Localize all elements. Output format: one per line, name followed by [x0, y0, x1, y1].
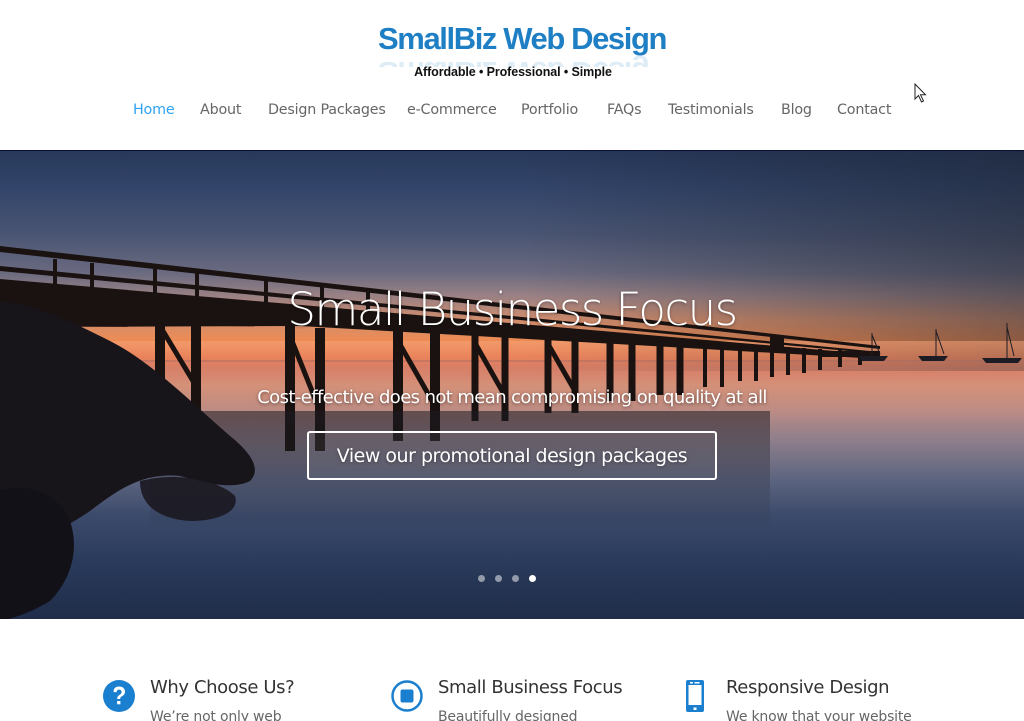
hero-title: Small Business Focus — [287, 283, 738, 336]
nav-item-e-commerce[interactable]: e-Commerce — [407, 102, 497, 118]
main-navigation: Home About Design Packages e-Commerce Po… — [0, 102, 1024, 128]
feature-title: Responsive Design — [726, 677, 890, 698]
mobile-phone-icon — [686, 680, 704, 712]
hero-background-image — [0, 246, 1024, 619]
hero-slider: Small Business Focus Cost-effective does… — [0, 150, 1024, 619]
feature-text: We know that your website — [726, 709, 912, 721]
slider-dot-4[interactable] — [529, 575, 536, 582]
site-logo[interactable]: SmallBiz Web Design SmallBiz Web Design … — [378, 20, 667, 85]
slider-dot-3[interactable] — [512, 575, 519, 582]
slider-dot-2[interactable] — [495, 575, 502, 582]
logo-title: SmallBiz Web Design — [378, 21, 667, 56]
slider-dot-1[interactable] — [478, 575, 485, 582]
feature-title: Why Choose Us? — [150, 677, 295, 698]
question-circle-icon — [103, 680, 135, 712]
nav-item-faqs[interactable]: FAQs — [607, 102, 642, 118]
features-section: Why Choose Us? We’re not only web Small … — [0, 619, 1024, 721]
slider-pagination — [478, 575, 536, 585]
nav-item-design-packages[interactable]: Design Packages — [268, 102, 386, 118]
nav-item-testimonials[interactable]: Testimonials — [668, 102, 754, 118]
feature-text: We’re not only web — [150, 709, 282, 721]
hero-subtitle: Cost-effective does not mean compromisin… — [257, 387, 767, 408]
view-design-packages-button[interactable]: View our promotional design packages — [307, 431, 717, 480]
nav-item-home[interactable]: Home — [133, 102, 175, 118]
stop-circle-icon — [391, 680, 423, 712]
nav-item-portfolio[interactable]: Portfolio — [521, 102, 578, 118]
logo-tagline: Affordable • Professional • Simple — [414, 65, 612, 79]
nav-item-contact[interactable]: Contact — [837, 102, 891, 118]
nav-item-blog[interactable]: Blog — [781, 102, 812, 118]
feature-text: Beautifully designed — [438, 709, 578, 721]
feature-title: Small Business Focus — [438, 677, 623, 698]
mouse-cursor-icon — [914, 83, 927, 103]
nav-item-about[interactable]: About — [200, 102, 241, 118]
site-header: SmallBiz Web Design SmallBiz Web Design … — [0, 0, 1024, 150]
